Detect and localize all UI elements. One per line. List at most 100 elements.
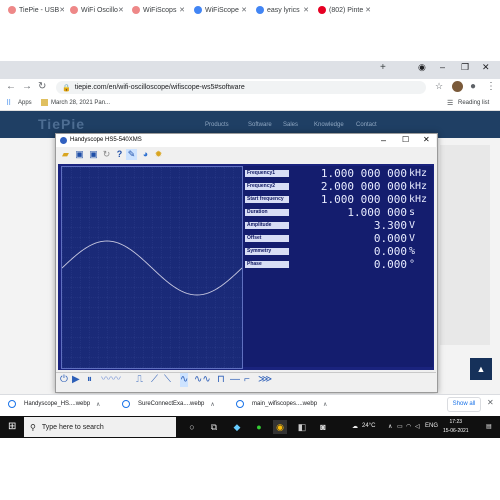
noise-wave-icon[interactable]: 〰〰: [101, 373, 121, 387]
windows-start-icon[interactable]: ⊞: [8, 421, 16, 432]
bookmark-item[interactable]: March 28, 2021 Pan...: [51, 100, 110, 106]
reading-list-icon[interactable]: ☰: [447, 99, 453, 107]
close-icon[interactable]: ✕: [303, 6, 309, 14]
url-field[interactable]: 🔒 tiepie.com/en/wifi-oscilloscope/wifisc…: [56, 81, 426, 94]
param-value-offset[interactable]: 0.000: [374, 233, 407, 244]
tab-pinterest[interactable]: (802) Pinte ✕: [314, 2, 374, 18]
minimize-button[interactable]: –: [440, 62, 445, 72]
tray-chevron-icon[interactable]: ∧: [388, 423, 392, 430]
app-close-button[interactable]: ✕: [423, 135, 430, 144]
notifications-icon[interactable]: ▤: [486, 423, 492, 430]
close-icon[interactable]: ✕: [59, 6, 64, 14]
network-icon[interactable]: ▭: [397, 423, 403, 430]
apps-grid-icon[interactable]: ⠿: [6, 99, 11, 107]
param-label-phase[interactable]: Phase: [245, 261, 289, 268]
close-icon[interactable]: ✕: [241, 6, 247, 14]
tab-wifiscops[interactable]: WiFiScops ✕: [128, 2, 188, 18]
step-wave-icon[interactable]: ⌐: [244, 373, 250, 387]
app-icon-1[interactable]: ◆: [230, 420, 244, 434]
ramp-up-icon[interactable]: ⟋: [151, 373, 158, 387]
bookmark-apps[interactable]: Apps: [18, 100, 32, 106]
close-window-button[interactable]: ✕: [482, 62, 490, 73]
chrome-icon[interactable]: ◉: [273, 420, 287, 434]
new-tab-button[interactable]: +: [380, 62, 386, 73]
param-label-frequency2[interactable]: Frequency2: [245, 183, 289, 190]
chevron-up-icon[interactable]: ∧: [96, 401, 100, 408]
back-icon[interactable]: ←: [6, 81, 16, 92]
param-value-amplitude[interactable]: 3.300: [374, 220, 407, 231]
download-item[interactable]: SureConnectExa....webp ∧: [122, 396, 215, 412]
volume-icon[interactable]: ◁: [415, 423, 420, 430]
help-icon[interactable]: ?: [114, 149, 125, 160]
scope-display[interactable]: [61, 166, 243, 369]
tab-easy-lyrics[interactable]: easy lyrics ✕: [252, 2, 312, 18]
refresh-icon[interactable]: ↻: [101, 149, 112, 160]
param-label-frequency1[interactable]: Frequency1: [245, 170, 289, 177]
app-minimize-button[interactable]: –: [381, 135, 386, 145]
weather-icon[interactable]: ☁: [352, 423, 358, 430]
clock[interactable]: 17:23 15-06-2021: [443, 418, 469, 436]
param-label-duration[interactable]: Duration: [245, 209, 289, 216]
square-wave-icon[interactable]: ⊓: [217, 373, 225, 387]
site-nav-knowledge[interactable]: Knowledge: [314, 122, 344, 128]
param-value-duration[interactable]: 1.000 000: [347, 207, 407, 218]
open-folder-icon[interactable]: ▰: [60, 149, 71, 160]
avatar[interactable]: [452, 81, 463, 92]
maximize-button[interactable]: ❐: [461, 62, 469, 73]
taskbar-search[interactable]: ⚲ Type here to search: [24, 417, 176, 437]
tab-tiepie-usb[interactable]: TiePie - USB ✕: [4, 2, 64, 18]
chevron-up-icon[interactable]: ∧: [323, 401, 327, 408]
settings-gear-icon[interactable]: ✹: [153, 149, 164, 160]
tab-search-icon[interactable]: ◉: [418, 62, 426, 73]
profile-menu-icon[interactable]: ●: [470, 81, 476, 92]
param-label-offset[interactable]: Offset: [245, 235, 289, 242]
forward-icon[interactable]: →: [22, 81, 32, 92]
ramp-down-icon[interactable]: ⟍: [164, 373, 171, 387]
scroll-to-top-button[interactable]: ▲: [470, 358, 492, 380]
param-label-symmetry[interactable]: Symmetry: [245, 248, 289, 255]
pulse-wave-icon[interactable]: ⎍: [136, 373, 143, 387]
site-nav-products[interactable]: Products: [205, 122, 229, 128]
site-nav-software[interactable]: Software: [248, 122, 272, 128]
app-icon-4[interactable]: ◙: [316, 420, 330, 434]
param-label-start-frequency[interactable]: Start frequency: [245, 196, 289, 203]
globe-icon[interactable]: ◕: [140, 149, 151, 160]
sine-wave-icon[interactable]: ∿: [180, 373, 189, 387]
show-all-button[interactable]: Show all: [447, 397, 481, 412]
reading-list-button[interactable]: Reading list: [458, 100, 489, 106]
param-value-phase[interactable]: 0.000: [374, 259, 407, 270]
burst-wave-icon[interactable]: ⋙: [258, 373, 272, 387]
bookmark-star-icon[interactable]: ☆: [435, 81, 443, 92]
reload-icon[interactable]: ↻: [38, 81, 46, 92]
app-icon-3[interactable]: ◧: [295, 420, 309, 434]
site-nav-contact[interactable]: Contact: [356, 122, 377, 128]
tab-wifiscope[interactable]: WiFiScope ✕: [190, 2, 250, 18]
language-indicator[interactable]: ENG: [425, 423, 438, 429]
save-as-icon[interactable]: ▣: [88, 149, 99, 160]
task-view-icon[interactable]: ⧉: [207, 420, 221, 434]
param-label-amplitude[interactable]: Amplitude: [245, 222, 289, 229]
close-icon[interactable]: ✕: [179, 6, 185, 14]
download-item[interactable]: main_wifiscopes....webp ∧: [236, 396, 327, 412]
cortana-icon[interactable]: ○: [185, 420, 199, 434]
site-logo[interactable]: TiePie: [38, 116, 85, 132]
pause-icon[interactable]: ⏸: [87, 373, 92, 387]
sine-sweep-icon[interactable]: ∿∿: [194, 373, 211, 387]
param-value-frequency2[interactable]: 2.000 000 000: [321, 181, 407, 192]
pin-icon[interactable]: ✎: [126, 149, 137, 160]
wifi-icon[interactable]: ◠: [406, 423, 411, 430]
download-item[interactable]: Handyscope_HS....webp ∧: [8, 396, 100, 412]
save-icon[interactable]: ▣: [74, 149, 85, 160]
close-downloads-icon[interactable]: ✕: [487, 398, 494, 407]
site-nav-sales[interactable]: Sales: [283, 122, 298, 128]
param-value-frequency1[interactable]: 1.000 000 000: [321, 168, 407, 179]
play-icon[interactable]: ▶: [72, 373, 80, 387]
close-icon[interactable]: ✕: [118, 6, 124, 14]
app-icon-2[interactable]: ●: [252, 420, 266, 434]
more-menu-icon[interactable]: ⋮: [486, 81, 496, 92]
param-value-start-frequency[interactable]: 1.000 000 000: [321, 194, 407, 205]
tab-wifi-oscillo[interactable]: WiFi Oscillo ✕: [66, 2, 126, 18]
param-value-symmetry[interactable]: 0.000: [374, 246, 407, 257]
power-icon[interactable]: ⏻: [60, 373, 68, 387]
close-icon[interactable]: ✕: [365, 6, 371, 14]
